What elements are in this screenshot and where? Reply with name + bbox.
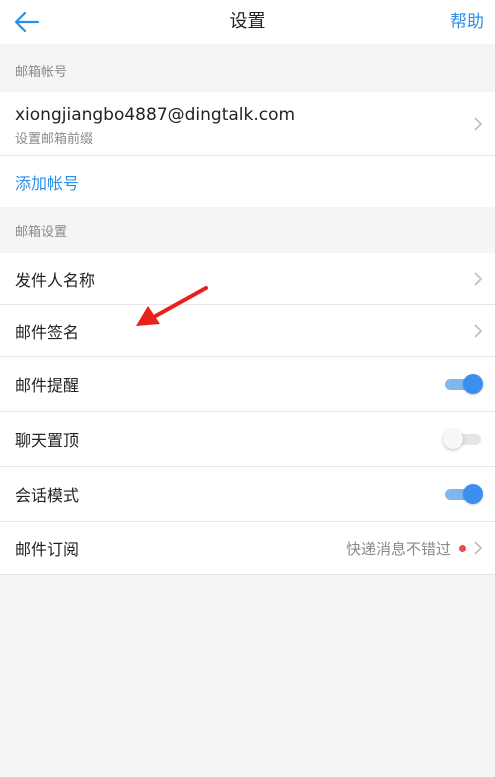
toggle-knob <box>443 429 463 449</box>
section-header-mail-settings: 邮箱设置 <box>15 224 68 240</box>
subscription-label: 邮件订阅 <box>15 540 80 559</box>
toggle-knob <box>463 374 483 394</box>
chevron-right-icon <box>474 324 483 338</box>
sender-name-row[interactable]: 发件人名称 <box>0 253 495 305</box>
conversation-mode-toggle[interactable] <box>445 484 483 504</box>
toggle-knob <box>463 484 483 504</box>
account-email: xiongjiangbo4887@dingtalk.com <box>15 105 296 125</box>
arrow-left-icon <box>14 11 40 33</box>
pin-chat-label: 聊天置顶 <box>15 431 80 450</box>
reminder-toggle[interactable] <box>445 374 483 394</box>
chevron-right-icon <box>474 541 483 555</box>
sender-name-label: 发件人名称 <box>15 270 96 290</box>
chevron-right-icon <box>474 117 483 131</box>
notification-dot <box>459 544 466 552</box>
account-row[interactable]: xiongjiangbo4887@dingtalk.com 设置邮箱前缀 <box>0 92 495 156</box>
signature-row[interactable]: 邮件签名 <box>0 305 495 357</box>
account-subtitle: 设置邮箱前缀 <box>15 132 94 147</box>
subscription-row[interactable]: 邮件订阅 快递消息不错过 <box>0 522 495 575</box>
add-account-link[interactable]: 添加帐号 <box>15 170 79 194</box>
pin-chat-toggle[interactable] <box>443 429 481 449</box>
page-title: 设置 <box>229 11 266 32</box>
reminder-label: 邮件提醒 <box>15 376 80 395</box>
conversation-mode-row: 会话模式 <box>0 467 495 522</box>
section-header-mail-account: 邮箱帐号 <box>15 64 68 80</box>
settings-page: 设置 帮助 邮箱帐号 xiongjiangbo4887@dingtalk.com… <box>0 0 495 777</box>
chevron-right-icon <box>474 272 483 286</box>
reminder-row: 邮件提醒 <box>0 357 495 412</box>
signature-label: 邮件签名 <box>15 322 80 342</box>
help-button[interactable]: 帮助 <box>450 0 484 44</box>
pin-chat-row: 聊天置顶 <box>0 412 495 467</box>
red-arrow-annotation-icon <box>136 286 208 326</box>
nav-bar: 设置 帮助 <box>0 0 495 44</box>
back-button[interactable] <box>12 7 42 37</box>
add-account-row[interactable]: 添加帐号 <box>0 156 495 207</box>
subscription-value: 快递消息不错过 <box>345 539 451 558</box>
conversation-mode-label: 会话模式 <box>15 486 80 505</box>
